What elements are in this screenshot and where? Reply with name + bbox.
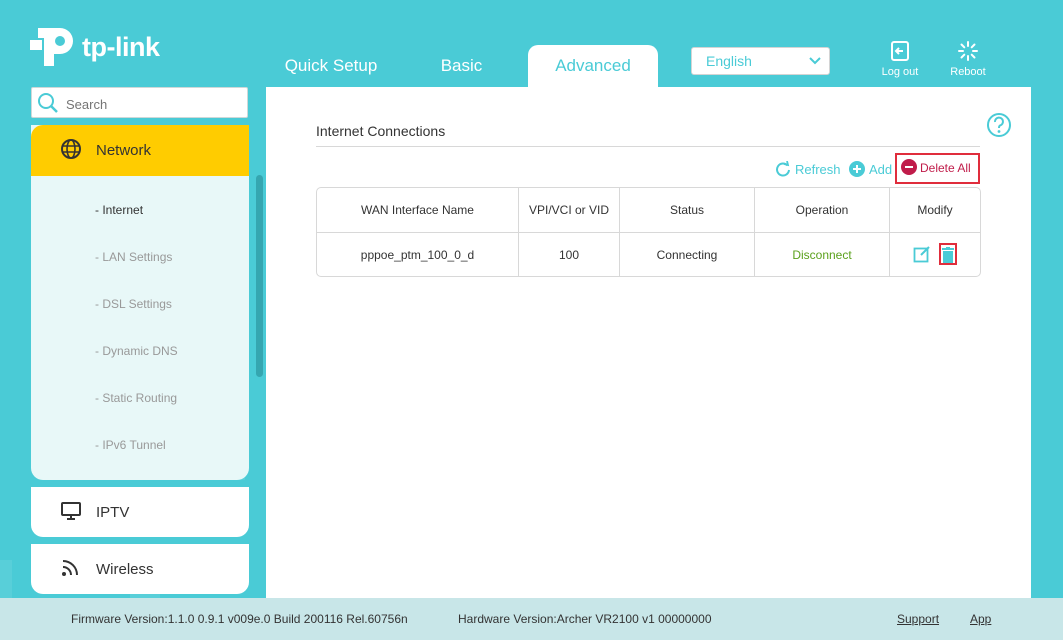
language-selected: English [706, 53, 752, 69]
sidebar-subitem-dynamic-dns[interactable]: - Dynamic DNS [95, 344, 178, 358]
bg-decoration [0, 560, 12, 600]
monitor-icon [61, 502, 81, 520]
edit-icon[interactable] [913, 245, 931, 263]
cell-wan-name: pppoe_ptm_100_0_d [317, 233, 519, 276]
reboot-icon [958, 41, 978, 61]
cell-status: Connecting [620, 233, 755, 276]
delete-row-button[interactable] [939, 243, 957, 265]
refresh-button[interactable]: Refresh [775, 160, 841, 180]
logout-button[interactable]: Log out [870, 40, 930, 78]
logout-label: Log out [881, 66, 919, 78]
help-button[interactable] [986, 112, 1012, 143]
tp-link-logo-icon [30, 28, 73, 66]
col-operation: Operation [755, 188, 890, 233]
cell-vid: 100 [519, 233, 620, 276]
tp-link-logo: tp-link [30, 18, 170, 70]
footer: Firmware Version:1.1.0 0.9.1 v009e.0 Bui… [0, 598, 1063, 640]
reboot-label: Reboot [950, 66, 986, 78]
disconnect-link[interactable]: Disconnect [792, 248, 851, 262]
reboot-button[interactable]: Reboot [938, 40, 998, 78]
logout-icon [891, 41, 909, 61]
hardware-version: Hardware Version:Archer VR2100 v1 000000… [458, 612, 712, 626]
sidebar-item-iptv-label: IPTV [96, 504, 130, 521]
support-link[interactable]: Support [897, 612, 939, 626]
trash-icon [942, 247, 954, 263]
tab-quick-setup[interactable]: Quick Setup [268, 45, 394, 87]
col-vpi-vci: VPI/VCI or VID [519, 188, 620, 233]
minus-circle-icon [901, 159, 917, 175]
sidebar-subitem-ipv6-tunnel[interactable]: - IPv6 Tunnel [95, 438, 166, 452]
col-modify: Modify [890, 188, 980, 233]
col-wan-interface-name: WAN Interface Name [317, 188, 519, 233]
table-header-row: WAN Interface Name VPI/VCI or VID Status… [317, 188, 980, 233]
firmware-version: Firmware Version:1.1.0 0.9.1 v009e.0 Bui… [71, 612, 408, 626]
language-select[interactable]: English [691, 47, 830, 75]
sidebar-item-network[interactable]: Network [31, 125, 249, 176]
app-link[interactable]: App [970, 612, 991, 626]
globe-icon [61, 139, 81, 159]
refresh-label: Refresh [795, 162, 841, 177]
delete-all-label: Delete All [920, 161, 971, 175]
refresh-icon [776, 160, 790, 177]
wan-connections-table: WAN Interface Name VPI/VCI or VID Status… [316, 187, 981, 277]
tab-advanced[interactable]: Advanced [528, 45, 658, 87]
sidebar-subitem-lan-settings[interactable]: - LAN Settings [95, 250, 172, 264]
sidebar-scrollbar[interactable] [256, 175, 263, 377]
delete-all-button[interactable]: Delete All [895, 153, 980, 184]
search-box [31, 87, 248, 118]
search-icon [38, 93, 58, 113]
sidebar-subitem-static-routing[interactable]: - Static Routing [95, 391, 177, 405]
add-button[interactable]: Add [849, 160, 892, 180]
wireless-icon [62, 560, 78, 576]
search-input[interactable] [64, 93, 238, 115]
help-icon [987, 113, 1011, 137]
section-divider [316, 146, 980, 147]
sidebar-subitem-dsl-settings[interactable]: - DSL Settings [95, 297, 172, 311]
chevron-down-icon [809, 57, 821, 65]
table-row: pppoe_ptm_100_0_d 100 Connecting Disconn… [317, 233, 980, 276]
sidebar-item-network-label: Network [96, 142, 152, 159]
brand-name: tp-link [82, 32, 160, 62]
sidebar-subitem-internet[interactable]: - Internet [95, 203, 143, 217]
sidebar-item-wireless-label: Wireless [96, 561, 154, 578]
sidebar-item-wireless[interactable]: Wireless [31, 544, 249, 594]
tab-basic[interactable]: Basic [405, 45, 518, 87]
add-icon [849, 161, 865, 177]
col-status: Status [620, 188, 755, 233]
section-title: Internet Connections [316, 123, 446, 139]
add-label: Add [869, 162, 893, 177]
sidebar-item-iptv[interactable]: IPTV [31, 487, 249, 537]
